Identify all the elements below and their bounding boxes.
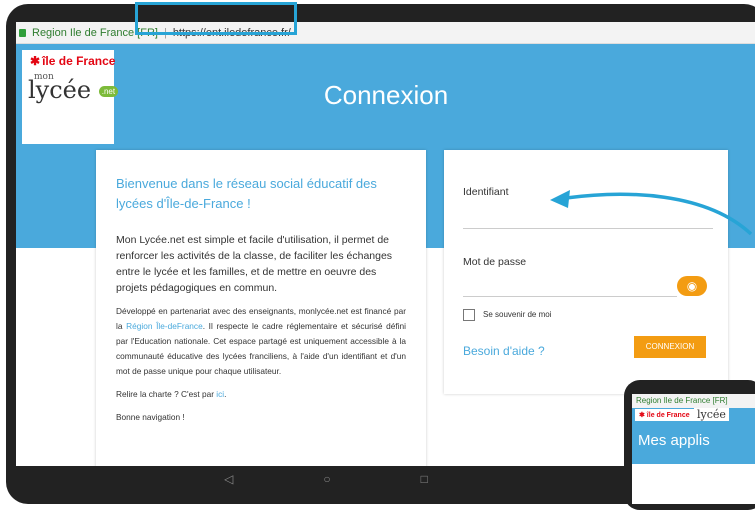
help-link[interactable]: Besoin d'aide ? bbox=[463, 344, 545, 358]
charter-prefix: Relire la charte ? C'est par bbox=[116, 389, 217, 399]
back-icon[interactable]: ◁ bbox=[224, 472, 233, 486]
annotation-arrow-icon bbox=[550, 190, 753, 236]
lock-icon bbox=[19, 28, 26, 37]
phone-screen: Region Ile de France [FR] ✱ île de Franc… bbox=[632, 394, 755, 504]
welcome-intro: Mon Lycée.net est simple et facile d'uti… bbox=[116, 234, 393, 294]
page-title: Connexion bbox=[323, 80, 449, 110]
login-button[interactable]: CONNEXION bbox=[634, 336, 706, 358]
goodbye-text: Bonne navigation ! bbox=[116, 412, 185, 422]
phone-apps-title: Mes applis bbox=[632, 424, 755, 464]
phone-mockup: Region Ile de France [FR] ✱ île de Franc… bbox=[624, 380, 755, 510]
browser-address-bar[interactable]: Region Ile de France [FR] | https://ent.… bbox=[16, 22, 755, 44]
android-nav-bar: ◁ ○ □ bbox=[16, 466, 636, 492]
region-link[interactable]: Région Île-deFrance bbox=[126, 321, 203, 331]
welcome-details: Développé en partenariat avec des enseig… bbox=[116, 304, 406, 379]
page-header: ✱ île de France mon lycée .net Connexion bbox=[16, 44, 755, 148]
welcome-card: Bienvenue dans le réseau social éducatif… bbox=[96, 150, 426, 466]
iledefrance-logo: ✱ île de France bbox=[22, 50, 116, 68]
charter-link[interactable]: ici bbox=[216, 389, 224, 399]
phone-header: ✱ île de France lycée bbox=[632, 408, 755, 424]
phone-address-bar: Region Ile de France [FR] bbox=[632, 394, 755, 408]
remember-me-checkbox[interactable] bbox=[463, 309, 475, 321]
password-field[interactable] bbox=[463, 296, 677, 297]
show-password-eye-icon[interactable]: ◉ bbox=[677, 276, 707, 296]
home-icon[interactable]: ○ bbox=[323, 472, 330, 486]
charter-line: Relire la charte ? C'est par ici. bbox=[116, 387, 406, 402]
iledefrance-logo-text: île de France bbox=[42, 54, 116, 68]
remember-me-label: Se souvenir de moi bbox=[483, 310, 552, 319]
star-icon: ✱ bbox=[30, 54, 41, 68]
url-highlight-box bbox=[135, 2, 297, 35]
phone-monlycee-logo: lycée bbox=[694, 408, 729, 421]
charter-suffix: . bbox=[224, 389, 227, 399]
welcome-heading: Bienvenue dans le réseau social éducatif… bbox=[116, 176, 377, 211]
recent-apps-icon[interactable]: □ bbox=[421, 472, 428, 486]
identifier-label: Identifiant bbox=[463, 186, 509, 198]
phone-iledefrance-logo: ✱ île de France bbox=[635, 409, 694, 421]
password-label: Mot de passe bbox=[463, 256, 527, 268]
